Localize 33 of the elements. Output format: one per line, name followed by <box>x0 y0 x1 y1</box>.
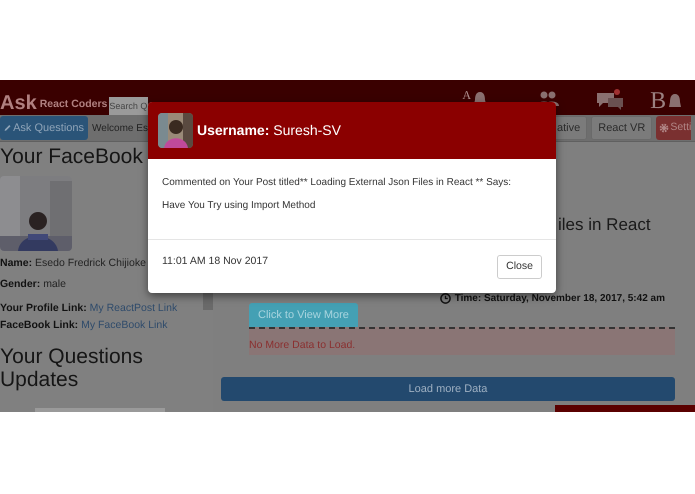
welcome-text: Welcome Es <box>92 122 148 136</box>
alert-text: No More Data to Load. <box>249 338 356 353</box>
dialog-title: Username: Suresh-SV <box>197 121 341 140</box>
nav-letter: A <box>462 89 472 101</box>
pencil-icon <box>4 122 12 134</box>
timestamp: 11:01 AM 18 Nov 2017 <box>162 254 268 269</box>
ask-questions-button[interactable]: Ask Questions <box>0 116 88 140</box>
logo[interactable]: Ask <box>0 93 37 115</box>
site-subtitle: React Coders <box>40 97 108 112</box>
field-value: male <box>43 278 66 290</box>
search-field[interactable]: Search Q <box>109 97 148 115</box>
message-text: Commented on Your Post titled** Loading External Json Files in React ** Says: <box>162 176 512 190</box>
clock-icon <box>440 292 451 304</box>
comment-text: Have You Try using Import Method <box>162 199 316 213</box>
field-value: Esedo Fredrick Chijioke <box>35 257 146 270</box>
field-label: Name: <box>0 257 32 270</box>
view-more-button[interactable]: Click to View More <box>249 302 358 327</box>
chat-icon[interactable] <box>596 89 624 111</box>
profile-link[interactable]: My ReactPost Link <box>90 302 178 314</box>
profile-link[interactable]: My FaceBook Link <box>81 318 168 330</box>
nav-button[interactable]: React VR <box>591 116 652 140</box>
section-heading: Your Questions Updates <box>0 345 144 392</box>
settings-button[interactable]: Setti <box>656 116 692 140</box>
section-heading: Your FaceBook <box>0 144 144 170</box>
post-time: Time: Saturday, November 18, 2017, 5:42 am <box>454 292 665 306</box>
close-button[interactable]: Close <box>497 255 542 279</box>
nav-letter: B <box>650 89 666 113</box>
field-label: Gender: <box>0 278 40 290</box>
gear-icon <box>659 123 670 133</box>
field-label: FaceBook Link: <box>0 318 78 330</box>
field-label: Your Profile Link: <box>0 302 87 314</box>
load-more-button[interactable]: Load more Data <box>221 376 675 401</box>
post-title: iles in React <box>558 214 652 236</box>
